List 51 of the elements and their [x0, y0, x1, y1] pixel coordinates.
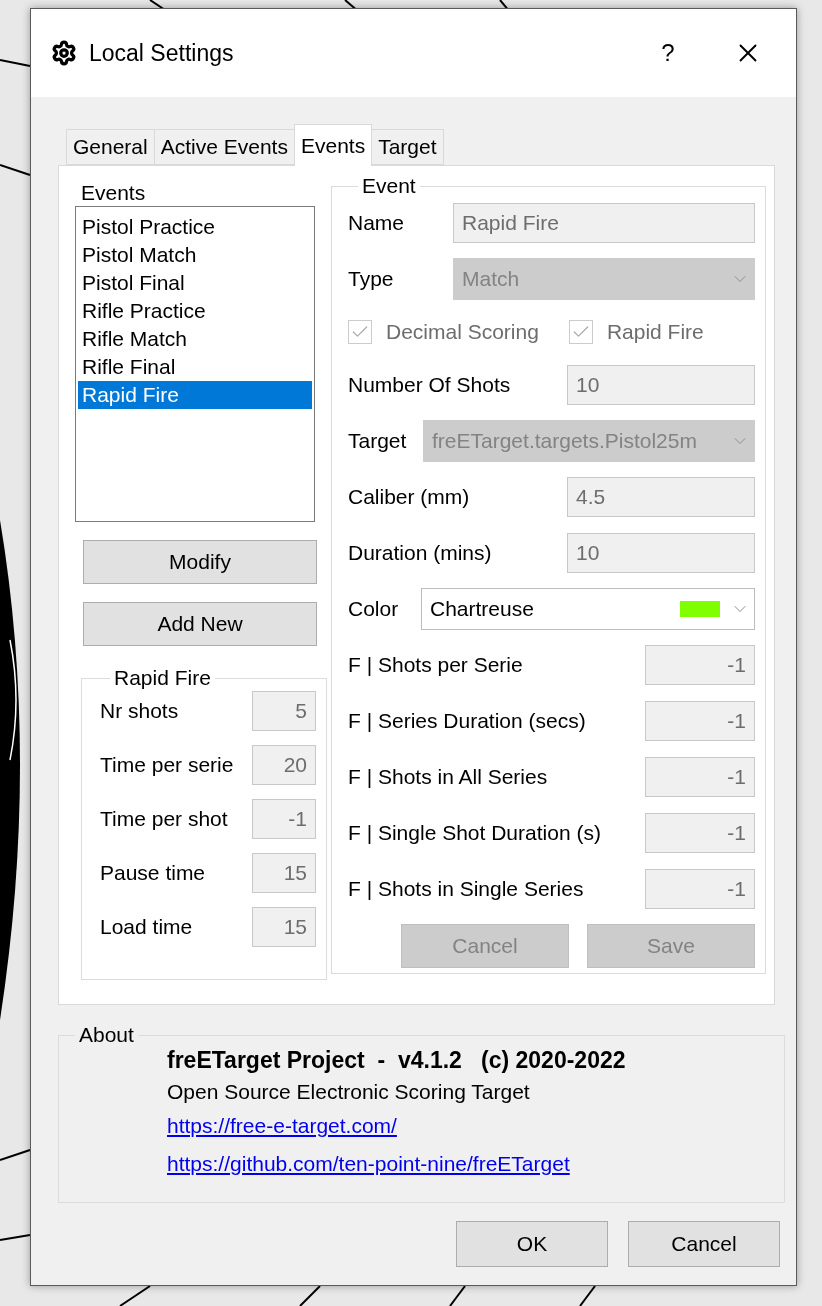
field-label: Caliber (mm): [348, 485, 471, 509]
field-label: F | Series Duration (secs): [348, 709, 587, 733]
field-label: Duration (mins): [348, 541, 493, 565]
input-field[interactable]: 5: [252, 691, 316, 731]
link[interactable]: https://free-e-target.com/: [167, 1110, 397, 1142]
window-title: Local Settings: [89, 39, 235, 67]
about-heading: freETarget Project - v4.1.2 (c) 2020-2022: [167, 1047, 627, 1074]
field-label: Nr shots: [100, 699, 180, 723]
field-label: F | Shots in Single Series: [348, 877, 585, 901]
checkbox-label: Decimal Scoring: [386, 320, 539, 344]
list-item[interactable]: Pistol Match: [78, 241, 312, 269]
field-label: F | Shots per Serie: [348, 653, 524, 677]
group-title: Rapid Fire: [113, 666, 212, 690]
tab[interactable]: Active Events: [153, 129, 295, 165]
field-label: Color: [348, 597, 400, 621]
field-label: Time per shot: [100, 807, 229, 831]
list-item[interactable]: Rifle Practice: [78, 297, 312, 325]
field-label: F | Shots in All Series: [348, 765, 549, 789]
list-item[interactable]: Rapid Fire: [78, 381, 312, 409]
about-text: Open Source Electronic Scoring Target: [167, 1080, 531, 1104]
link[interactable]: https://github.com/ten-point-nine/freETarget: [167, 1148, 570, 1180]
dialog-button[interactable]: Cancel: [628, 1221, 780, 1267]
checkbox-label: Rapid Fire: [606, 320, 704, 344]
tab[interactable]: Target: [371, 129, 444, 165]
input-field[interactable]: -1: [252, 799, 316, 839]
group-title: About: [78, 1023, 135, 1047]
input-field[interactable]: 15: [252, 853, 316, 893]
list-item[interactable]: Pistol Final: [78, 269, 312, 297]
input-field[interactable]: 20: [252, 745, 316, 785]
field-label: Name: [348, 211, 406, 235]
action-button[interactable]: Add New: [83, 602, 317, 646]
field-label: Target: [348, 429, 408, 453]
field-label: Pause time: [100, 861, 207, 885]
dropdown-value: freETarget.targets.Pistol25m: [432, 429, 698, 453]
field-label: Time per serie: [100, 753, 235, 777]
tab[interactable]: Events: [293, 124, 373, 166]
field-label: Load time: [100, 915, 194, 939]
field-label: Type: [348, 267, 395, 291]
field-label: F | Single Shot Duration (s): [348, 821, 602, 845]
group-title: Event: [361, 174, 417, 198]
gear-icon: [51, 40, 77, 66]
input-field[interactable]: 15: [252, 907, 316, 947]
dialog-button[interactable]: OK: [456, 1221, 608, 1267]
list-item[interactable]: Rifle Match: [78, 325, 312, 353]
help-button[interactable]: ?: [638, 28, 698, 78]
list-item[interactable]: Pistol Practice: [78, 213, 312, 241]
field-label: Number Of Shots: [348, 373, 512, 397]
tab[interactable]: General: [66, 129, 155, 165]
action-button[interactable]: Modify: [83, 540, 317, 584]
list-item[interactable]: Rifle Final: [78, 353, 312, 381]
list-caption: Events: [80, 180, 147, 206]
